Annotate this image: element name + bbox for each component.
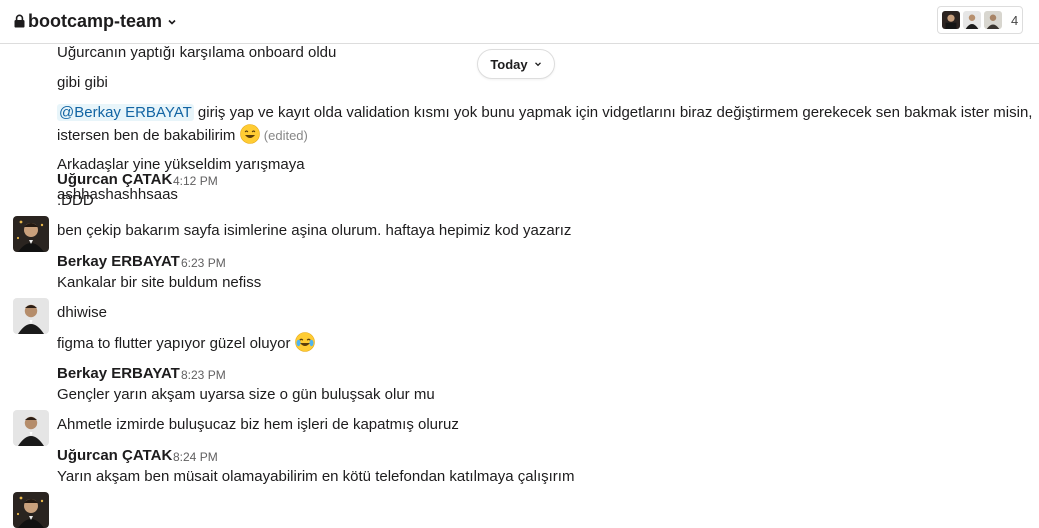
joy-emoji-icon xyxy=(294,332,315,352)
message-text: istersen ben de bakabilirim (edited) xyxy=(57,124,308,147)
message-author[interactable]: Uğurcan ÇATAK xyxy=(57,446,172,466)
edited-label: (edited) xyxy=(263,128,308,143)
message-text: :DDD xyxy=(57,192,94,209)
chevron-down-icon xyxy=(168,19,176,25)
message-text: dhiwise xyxy=(57,304,108,321)
avatar[interactable] xyxy=(13,298,49,334)
message-text: Gençler yarın akşam uyarsa size o gün bu… xyxy=(57,386,435,403)
message-text: gibi gibi xyxy=(57,74,108,91)
chevron-down-icon xyxy=(534,62,541,67)
message-timestamp[interactable]: 6:23 PM xyxy=(181,253,226,273)
message-text: figma to flutter yapıyor güzel oluyor xyxy=(57,332,315,355)
message-author[interactable]: Uğurcan ÇATAK xyxy=(57,170,172,190)
message-text: ben çekip bakarım sayfa isimlerine aşina… xyxy=(57,222,572,239)
message-text-part: giriş yap ve kayıt olda validation kısmı… xyxy=(193,104,1033,121)
member-list-button[interactable]: 4 xyxy=(937,6,1023,34)
message-author[interactable]: Berkay ERBAYAT xyxy=(57,252,180,272)
message-author[interactable]: Berkay ERBAYAT xyxy=(57,364,180,384)
message-text: Yarın akşam ben müsait olamayabilirim en… xyxy=(57,468,575,485)
member-avatar xyxy=(962,10,982,30)
avatar[interactable] xyxy=(13,410,49,446)
message-text: Kankalar bir site buldum nefiss xyxy=(57,274,262,291)
message-text-part: istersen ben de bakabilirim xyxy=(57,127,236,144)
user-avatar-image xyxy=(13,216,49,252)
message-text: Uğurcanın yaptığı karşılama onboard oldu xyxy=(57,44,337,61)
message-text-part: figma to flutter yapıyor güzel oluyor xyxy=(57,335,291,352)
message-timestamp[interactable]: 8:24 PM xyxy=(173,447,218,467)
channel-name-button[interactable]: bootcamp-team xyxy=(14,10,177,32)
channel-header: bootcamp-team 4 xyxy=(0,0,1039,44)
avatar[interactable] xyxy=(13,216,49,252)
date-divider-button[interactable]: Today xyxy=(477,49,555,79)
lock-icon xyxy=(14,14,25,28)
smile-emoji-icon xyxy=(239,124,260,144)
user-avatar-image xyxy=(13,492,49,528)
message-text: Ahmetle izmirde buluşucaz biz hem işleri… xyxy=(57,416,459,433)
avatar[interactable] xyxy=(13,492,49,528)
message-timestamp[interactable]: 8:23 PM xyxy=(181,365,226,385)
date-divider-label: Today xyxy=(490,56,528,72)
user-avatar-image xyxy=(13,410,49,446)
channel-name: bootcamp-team xyxy=(28,10,163,31)
member-avatar xyxy=(983,10,1003,30)
user-mention[interactable]: @Berkay ERBAYAT xyxy=(57,104,194,121)
member-avatar xyxy=(941,10,961,30)
user-avatar-image xyxy=(13,298,49,334)
message-text: @Berkay ERBAYAT giriş yap ve kayıt olda … xyxy=(57,102,1032,124)
message-timestamp[interactable]: 4:12 PM xyxy=(173,171,218,191)
member-count: 4 xyxy=(1011,12,1019,28)
